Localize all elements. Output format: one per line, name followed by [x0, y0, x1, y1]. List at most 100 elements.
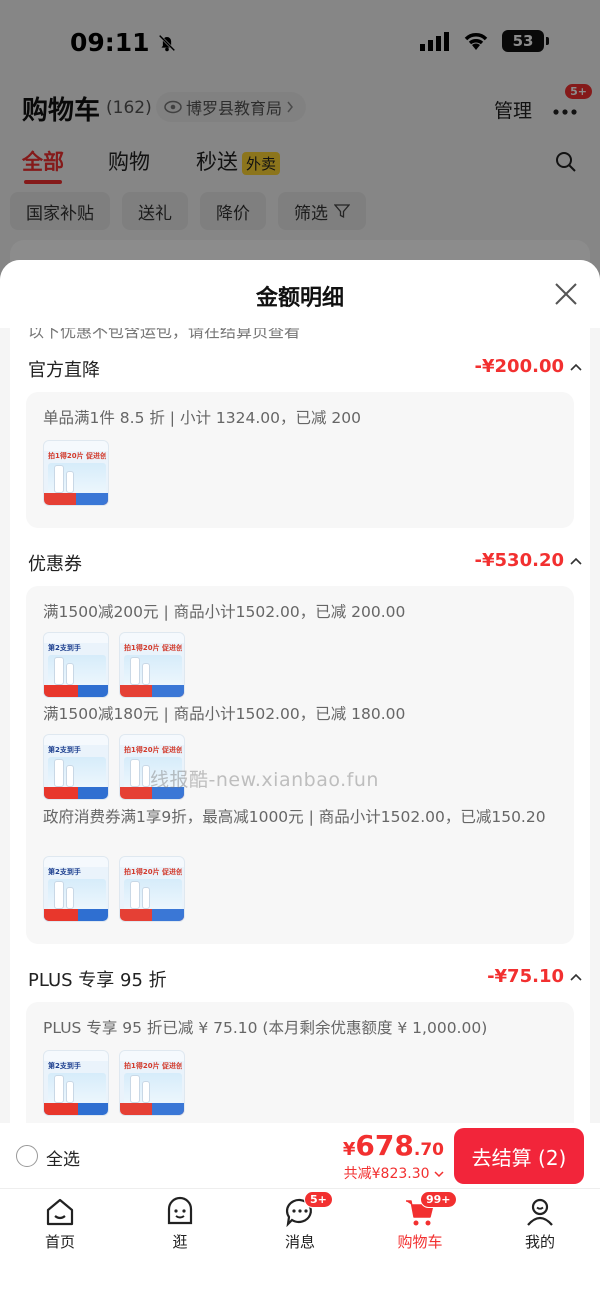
thumb-bottle — [66, 663, 74, 685]
thumb-bottle — [130, 759, 140, 787]
profile-icon — [527, 1198, 553, 1226]
detail-line: 单品满1件 8.5 折 | 小计 1324.00，已减 200 — [43, 409, 361, 427]
caret-up-icon — [570, 557, 582, 565]
tabbar-me-label: 我的 — [524, 1233, 555, 1251]
detail-line: PLUS 专享 95 折已减 ¥ 75.10 (本月剩余优惠额度 ¥ 1,000… — [43, 1019, 488, 1037]
thumb-bottle — [54, 465, 64, 493]
thumb-top — [120, 857, 184, 867]
product-thumbnail[interactable]: 第2支到手 — [43, 632, 109, 698]
thumb-top — [120, 633, 184, 643]
section-amount-value: -¥75.10 — [487, 966, 564, 987]
thumb-bottle — [142, 765, 150, 787]
tabbar-browse[interactable]: 逛 — [140, 1195, 220, 1252]
section-plus-title: PLUS 专享 95 折 — [28, 970, 167, 991]
total-price: ¥ 678 .70 — [343, 1129, 444, 1162]
product-thumbnail[interactable]: 第2支到手 — [43, 1050, 109, 1116]
thumb-bottle — [54, 1075, 64, 1103]
product-thumbnail[interactable]: 拍1得20片 促进创面愈合 — [43, 440, 109, 506]
product-thumbnail[interactable]: 拍1得20片 促进创面愈合 — [119, 1050, 185, 1116]
thumb-bottle — [66, 887, 74, 909]
thumb-bottle — [130, 881, 140, 909]
thumb-headline: 拍1得20片 促进创面愈合 — [48, 452, 106, 460]
thumb-bottle — [142, 663, 150, 685]
thumb-bottle — [142, 1081, 150, 1103]
tabbar-cart-label: 购物车 — [397, 1233, 443, 1251]
thumb-footer-tag — [44, 787, 78, 799]
close-icon[interactable] — [554, 282, 578, 306]
clipped-notice: 以下优惠不包含运包，请在结算页查看 — [28, 328, 301, 341]
thumb-top — [44, 633, 108, 643]
amount-detail-sheet: 金额明细 以下优惠不包含运包，请在结算页查看 官方直降 -¥200.00 单品满… — [0, 260, 600, 1303]
checkout-button[interactable]: 去结算 (2) — [454, 1128, 584, 1184]
price-integer: 678 — [355, 1129, 414, 1162]
thumb-top — [44, 735, 108, 745]
thumb-headline: 拍1得20片 促进创面愈合 — [124, 1062, 182, 1070]
price-decimal: .70 — [413, 1140, 444, 1160]
thumb-footer-tag — [152, 685, 184, 697]
messages-badge: 5+ — [304, 1191, 333, 1208]
thumb-bottle — [66, 765, 74, 787]
browse-face-icon — [167, 1196, 193, 1225]
thumb-top — [44, 1051, 108, 1061]
thumb-bottle — [54, 657, 64, 685]
tabbar-home-label: 首页 — [44, 1233, 75, 1251]
section-official-discount-title: 官方直降 — [28, 360, 100, 381]
cart-badge: 99+ — [420, 1191, 457, 1208]
thumb-footer-tag — [44, 685, 78, 697]
detail-line: 政府消费券满1享9折，最高减1000元 | 商品小计1502.00，已减150.… — [43, 808, 546, 826]
section-amount-value: -¥530.20 — [474, 550, 564, 571]
product-thumbnail[interactable]: 第2支到手 — [43, 856, 109, 922]
thumb-headline: 第2支到手 — [48, 1062, 81, 1070]
thumb-bottle — [130, 657, 140, 685]
select-all-label[interactable]: 全选 — [46, 1145, 80, 1170]
tabbar-home[interactable]: 首页 — [20, 1195, 100, 1252]
thumb-bottle — [142, 887, 150, 909]
checkout-bar: 全选 ¥ 678 .70 共减¥823.30 去结算 (2) — [0, 1123, 600, 1188]
sheet-header: 金额明细 — [0, 260, 600, 328]
section-amount-value: -¥200.00 — [474, 356, 564, 377]
thumb-top — [120, 1051, 184, 1061]
product-thumbnail[interactable]: 拍1得20片 促进创面愈合 — [119, 856, 185, 922]
thumb-headline: 第2支到手 — [48, 746, 81, 754]
section-plus-detail: PLUS 专享 95 折已减 ¥ 75.10 (本月剩余优惠额度 ¥ 1,000… — [26, 1002, 574, 1123]
thumb-footer-tag — [76, 493, 108, 505]
thumb-top — [120, 735, 184, 745]
section-coupon-amount[interactable]: -¥530.20 — [475, 550, 582, 571]
thumb-headline: 第2支到手 — [48, 644, 81, 652]
section-plus-amount[interactable]: -¥75.10 — [487, 966, 582, 987]
select-all-checkbox[interactable] — [16, 1145, 38, 1167]
thumb-footer-tag — [44, 1103, 78, 1115]
price-currency: ¥ — [342, 1139, 356, 1160]
tabbar-messages-label: 消息 — [284, 1233, 315, 1251]
thumb-top — [44, 441, 108, 451]
thumb-bottle — [54, 759, 64, 787]
sheet-body[interactable]: 以下优惠不包含运包，请在结算页查看 官方直降 -¥200.00 单品满1件 8.… — [10, 328, 590, 1123]
detail-line: 满1500减180元 | 商品小计1502.00，已减 180.00 — [43, 705, 406, 723]
thumb-bottle — [54, 881, 64, 909]
thumb-footer-tag — [44, 909, 78, 921]
chevron-down-icon — [434, 1171, 444, 1178]
thumb-headline: 拍1得20片 促进创面愈合 — [124, 644, 182, 652]
detail-line: 满1500减200元 | 商品小计1502.00，已减 200.00 — [43, 603, 406, 621]
section-coupon-title: 优惠券 — [28, 554, 82, 575]
product-thumbnail[interactable]: 第2支到手 — [43, 734, 109, 800]
thumb-bottle — [66, 1081, 74, 1103]
tabbar-browse-label: 逛 — [172, 1233, 188, 1251]
thumb-top — [44, 857, 108, 867]
tabbar-me[interactable]: 我的 — [500, 1195, 580, 1252]
caret-up-icon — [570, 363, 582, 371]
total-discount[interactable]: 共减¥823.30 — [344, 1163, 444, 1183]
section-official-discount-amount[interactable]: -¥200.00 — [475, 356, 582, 377]
thumb-headline: 拍1得20片 促进创面愈合 — [124, 868, 182, 876]
thumb-footer-tag — [152, 1103, 184, 1115]
bottom-tab-bar: 首页 逛 消息 5+ 购物车 99+ 我的 — [0, 1188, 600, 1303]
total-discount-text: 共减¥823.30 — [343, 1166, 430, 1182]
caret-up-icon — [570, 973, 582, 981]
home-icon — [46, 1198, 74, 1226]
thumb-footer-tag — [152, 909, 184, 921]
sheet-title: 金额明细 — [255, 286, 344, 311]
thumb-headline: 拍1得20片 促进创面愈合 — [124, 746, 182, 754]
thumb-bottle — [130, 1075, 140, 1103]
product-thumbnail[interactable]: 拍1得20片 促进创面愈合 — [119, 632, 185, 698]
watermark: 线报酷-new.xianbao.fun — [150, 769, 379, 791]
